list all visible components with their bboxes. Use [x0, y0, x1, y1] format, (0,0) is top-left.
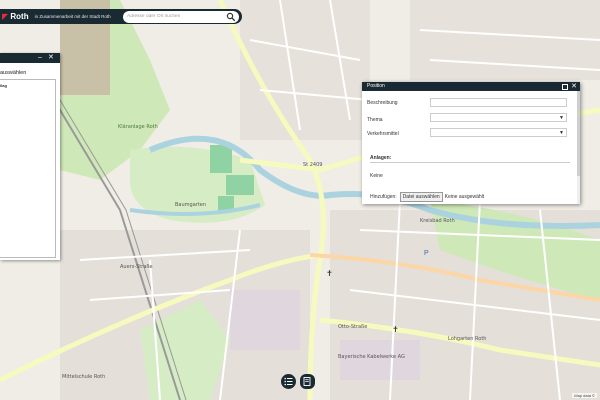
new-entry-button[interactable] [300, 374, 315, 389]
map-attribution[interactable]: Map data © [572, 393, 597, 398]
dialog-scrollbar[interactable] [577, 91, 580, 204]
church-icon: ✝ [392, 325, 399, 334]
map-label-kreisbad: Kreisbad Roth [420, 218, 455, 224]
maximize-icon[interactable] [562, 84, 568, 90]
left-panel: – ✕ auswählen llag [0, 53, 60, 260]
logo-text: Roth [10, 12, 29, 21]
anlagen-label: Anlagen: [370, 155, 392, 161]
search-icon[interactable] [226, 12, 236, 22]
search-input[interactable] [127, 14, 223, 19]
list-item[interactable]: llag [0, 83, 7, 88]
app-logo: ◤ Roth [2, 12, 29, 21]
close-icon[interactable]: ✕ [48, 54, 54, 62]
edit-note-icon [303, 377, 311, 386]
logo-pin-icon: ◤ [2, 12, 9, 21]
dialog-header: Position ✕ [362, 82, 580, 91]
verkehrsmittel-select[interactable]: ▼ [430, 128, 567, 137]
map-label-klaeranlage: Kläranlage Roth [118, 124, 158, 130]
upload-label: Hinzufügen: [370, 194, 397, 200]
minimize-icon[interactable]: – [38, 54, 42, 62]
map-label-otto-strasse: Otto-Straße [338, 324, 367, 330]
partner-text: in Zusammenarbeit mit der Stadt Roth [34, 14, 111, 19]
thema-label: Thema [367, 117, 383, 123]
left-panel-title: auswählen [0, 70, 27, 76]
parking-icon: P [424, 250, 429, 257]
top-search-bar: ◤ Roth in Zusammenarbeit mit der Stadt R… [0, 9, 242, 24]
verkehrsmittel-label: Verkehrsmittel [367, 131, 399, 137]
left-panel-header: – ✕ [0, 53, 60, 63]
map-label-kabelwerke: Bayerische Kabelwerke AG [338, 354, 405, 360]
list-icon [284, 377, 293, 386]
map-label-baumgarten: Baumgarten [175, 202, 206, 208]
thema-select[interactable]: ▼ [430, 113, 567, 122]
map-label-auers-strasse: Auers-Straße [120, 264, 153, 270]
beschreibung-label: Beschreibung [367, 100, 398, 106]
position-dialog: Position ✕ Beschreibung Thema ▼ Verkehrs… [362, 82, 580, 204]
anlagen-empty: Keine [370, 173, 383, 179]
file-select-button[interactable]: Datei auswählen [399, 192, 443, 202]
dialog-title: Position [367, 83, 385, 89]
close-icon[interactable]: ✕ [571, 83, 577, 91]
map-label-mittelschule: Mittelschule Roth [62, 374, 105, 380]
map-label-st2409: St 2409 [303, 162, 322, 168]
chevron-down-icon: ▼ [559, 115, 564, 121]
map-label-lohgarten: Lohgarten Roth [448, 336, 486, 342]
scrollbar-thumb[interactable] [577, 91, 580, 176]
list-view-button[interactable] [281, 374, 296, 389]
divider [370, 162, 570, 163]
upload-row: Hinzufügen: Datei auswählen Keine ausgew… [370, 192, 484, 202]
beschreibung-input[interactable] [430, 98, 567, 107]
search-box [123, 10, 239, 23]
file-status: Keine ausgewählt [444, 194, 485, 200]
chevron-down-icon: ▼ [559, 130, 564, 136]
church-icon: ✝ [326, 269, 333, 278]
left-panel-list[interactable]: llag [0, 79, 56, 258]
